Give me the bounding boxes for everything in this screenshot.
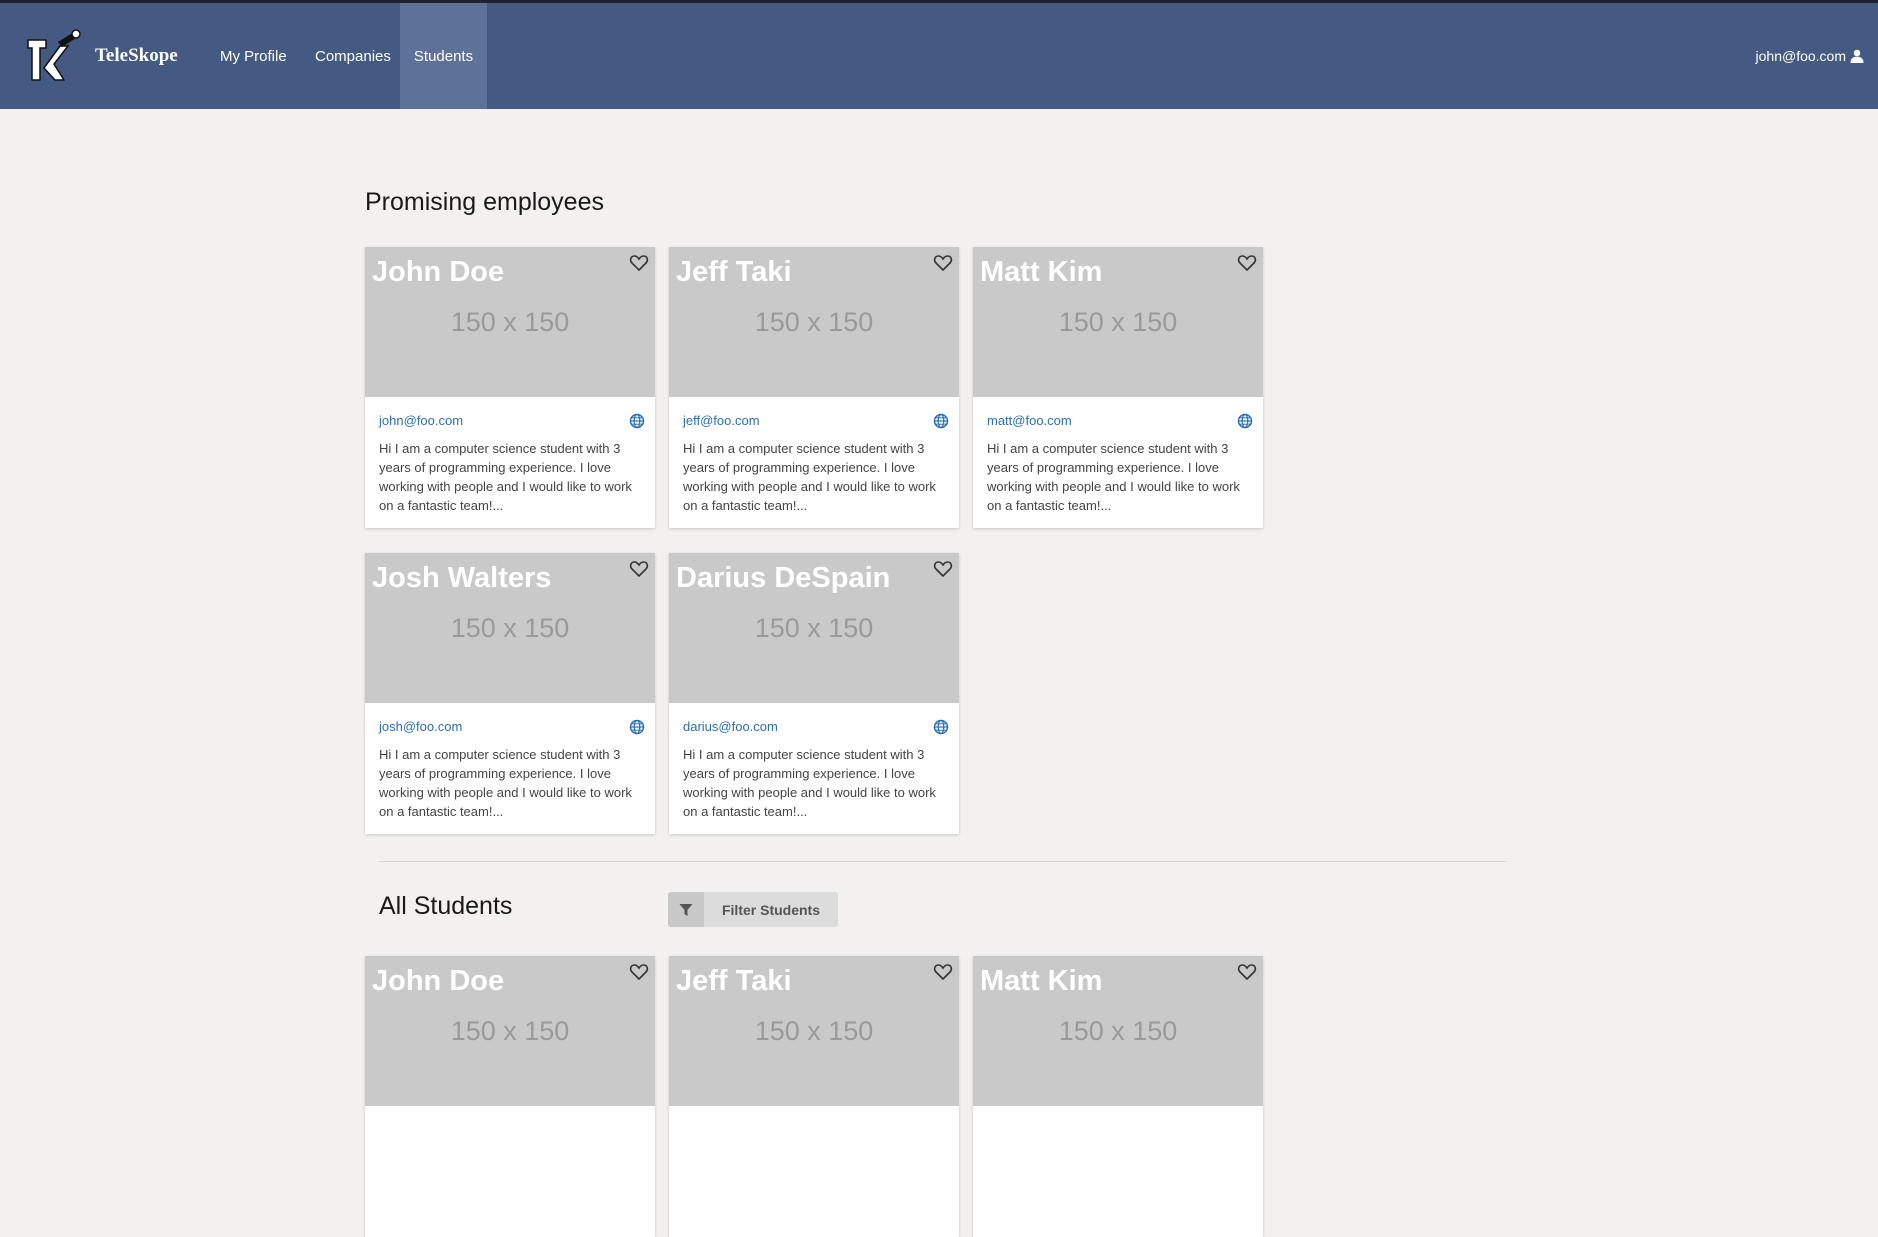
- globe-icon[interactable]: [629, 413, 645, 429]
- student-card[interactable]: 150 x 150 Matt Kim: [973, 956, 1263, 1237]
- heart-icon[interactable]: [933, 559, 953, 579]
- photo-placeholder-text: 150 x 150: [754, 613, 874, 643]
- heart-icon[interactable]: [629, 559, 649, 579]
- student-card[interactable]: 150 x 150 Josh Walters josh@foo.com Hi I…: [365, 553, 655, 834]
- nav-my-profile[interactable]: My Profile: [220, 3, 287, 109]
- heart-icon[interactable]: [1237, 962, 1257, 982]
- filter-icon: [679, 903, 693, 916]
- photo-placeholder-text: 150 x 150: [1058, 307, 1178, 337]
- student-card[interactable]: 150 x 150 Jeff Taki: [669, 956, 959, 1237]
- student-name: Darius DeSpain: [676, 562, 891, 594]
- brand-name[interactable]: TeleSkope: [95, 45, 178, 67]
- promising-employees-title: Promising employees: [365, 188, 604, 216]
- brand-logo[interactable]: [24, 27, 84, 89]
- user-email: john@foo.com: [1755, 48, 1846, 64]
- student-card[interactable]: 150 x 150 Matt Kim matt@foo.com Hi I am …: [973, 247, 1263, 528]
- user-menu[interactable]: john@foo.com: [1756, 3, 1864, 109]
- student-name: Josh Walters: [372, 562, 552, 594]
- teleskope-logo-icon: [27, 29, 81, 81]
- section-divider: [379, 861, 1507, 862]
- student-card[interactable]: 150 x 150 Jeff Taki jeff@foo.com Hi I am…: [669, 247, 959, 528]
- nav-companies[interactable]: Companies: [315, 3, 391, 109]
- heart-icon[interactable]: [629, 253, 649, 273]
- heart-icon[interactable]: [933, 253, 953, 273]
- user-icon: [1850, 49, 1864, 63]
- student-email[interactable]: john@foo.com: [379, 413, 463, 428]
- top-navbar: TeleSkope My Profile Companies Students …: [0, 3, 1878, 109]
- student-name: Jeff Taki: [676, 256, 792, 288]
- all-students-title: All Students: [379, 892, 513, 920]
- photo-placeholder-text: 150 x 150: [450, 1016, 570, 1046]
- photo-placeholder-text: 150 x 150: [754, 307, 874, 337]
- student-name: Jeff Taki: [676, 965, 792, 997]
- student-bio: Hi I am a computer science student with …: [683, 441, 936, 513]
- student-email[interactable]: jeff@foo.com: [683, 413, 760, 428]
- photo-placeholder-text: 150 x 150: [450, 307, 570, 337]
- photo-placeholder-text: 150 x 150: [450, 613, 570, 643]
- globe-icon[interactable]: [933, 719, 949, 735]
- student-name: John Doe: [372, 256, 505, 288]
- photo-placeholder-text: 150 x 150: [754, 1016, 874, 1046]
- student-name: Matt Kim: [980, 256, 1103, 288]
- student-bio: Hi I am a computer science student with …: [379, 441, 632, 513]
- heart-icon[interactable]: [629, 962, 649, 982]
- filter-icon-box: [668, 892, 704, 927]
- nav-students[interactable]: Students: [400, 3, 487, 109]
- student-name: Matt Kim: [980, 965, 1103, 997]
- student-bio: Hi I am a computer science student with …: [683, 747, 936, 819]
- student-card[interactable]: 150 x 150 Darius DeSpain darius@foo.com …: [669, 553, 959, 834]
- student-card[interactable]: 150 x 150 John Doe john@foo.com Hi I am …: [365, 247, 655, 528]
- globe-icon[interactable]: [933, 413, 949, 429]
- filter-students-label: Filter Students: [721, 901, 820, 918]
- heart-icon[interactable]: [1237, 253, 1257, 273]
- student-email[interactable]: matt@foo.com: [987, 413, 1072, 428]
- heart-icon[interactable]: [933, 962, 953, 982]
- filter-students-button[interactable]: Filter Students: [668, 892, 838, 927]
- student-email[interactable]: darius@foo.com: [683, 719, 778, 734]
- student-card[interactable]: 150 x 150 John Doe: [365, 956, 655, 1237]
- globe-icon[interactable]: [1237, 413, 1253, 429]
- student-name: John Doe: [372, 965, 505, 997]
- photo-placeholder-text: 150 x 150: [1058, 1016, 1178, 1046]
- student-email[interactable]: josh@foo.com: [379, 719, 462, 734]
- globe-icon[interactable]: [629, 719, 645, 735]
- student-bio: Hi I am a computer science student with …: [987, 441, 1240, 513]
- student-bio: Hi I am a computer science student with …: [379, 747, 632, 819]
